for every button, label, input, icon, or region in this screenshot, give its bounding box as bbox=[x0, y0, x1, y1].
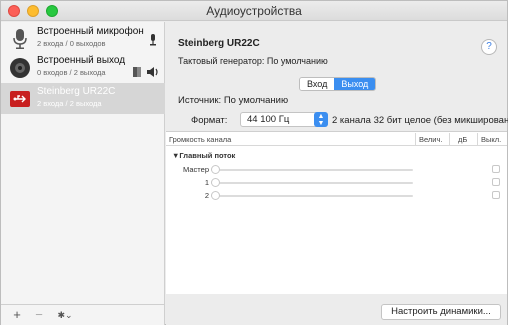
channel-label: 1 bbox=[204, 178, 209, 187]
column-divider bbox=[415, 133, 416, 145]
channel-label: Мастер bbox=[183, 165, 209, 174]
format-description: 2 канала 32 бит целое (без микширования) bbox=[332, 115, 508, 126]
volume-slider-track[interactable] bbox=[211, 195, 413, 197]
device-list-toolbar: + − ✱⌄ bbox=[1, 304, 165, 325]
window-title: Аудиоустройства bbox=[206, 4, 302, 18]
table-row: 2 bbox=[166, 189, 507, 201]
format-label: Формат: bbox=[191, 115, 228, 126]
volume-slider-track[interactable] bbox=[211, 182, 413, 184]
add-device-button[interactable]: + bbox=[9, 307, 25, 323]
device-settings-panel: Steinberg UR22C Тактовый генератор: По у… bbox=[166, 22, 508, 325]
column-header-value[interactable]: Велич. bbox=[419, 135, 442, 144]
sample-rate-value: 44 100 Гц bbox=[247, 114, 290, 125]
tab-input[interactable]: Вход bbox=[300, 78, 335, 90]
volume-slider-knob[interactable] bbox=[211, 178, 220, 187]
speaker-icon bbox=[10, 58, 30, 78]
column-header-db[interactable]: дБ bbox=[458, 135, 467, 144]
device-item-builtin-mic[interactable]: Встроенный микрофон 2 входа / 0 выходов bbox=[1, 25, 165, 52]
table-row: Мастер bbox=[166, 163, 507, 175]
column-header-channel-volume[interactable]: Громкость канала bbox=[169, 135, 231, 144]
volume-slider-track[interactable] bbox=[211, 169, 413, 171]
chevron-updown-icon: ▲ ▼ bbox=[314, 112, 328, 127]
mute-checkbox[interactable] bbox=[492, 178, 500, 186]
clock-source-label: Тактовый генератор: По умолчанию bbox=[178, 56, 328, 66]
table-header: Громкость канала Велич. дБ Выкл. bbox=[166, 132, 507, 146]
channel-label: 2 bbox=[204, 191, 209, 200]
input-microphone-icon bbox=[150, 34, 156, 46]
device-item-steinberg-ur22c[interactable]: Steinberg UR22C 2 входа / 2 выхода bbox=[1, 83, 165, 114]
configure-speakers-button[interactable]: Настроить динамики... bbox=[381, 304, 501, 320]
device-channels: 2 входа / 2 выхода bbox=[37, 99, 102, 108]
input-output-segmented-control: Вход Выход bbox=[299, 77, 377, 91]
device-channels: 2 входа / 0 выходов bbox=[37, 39, 106, 48]
remove-device-button[interactable]: − bbox=[31, 307, 47, 323]
device-title: Steinberg UR22C bbox=[178, 38, 260, 49]
gear-menu-button[interactable]: ✱⌄ bbox=[53, 307, 77, 323]
device-item-builtin-output[interactable]: Встроенный выход 0 входов / 2 выхода bbox=[1, 54, 165, 81]
usb-device-icon bbox=[10, 91, 30, 107]
device-channels: 0 входов / 2 выхода bbox=[37, 68, 106, 77]
device-name: Встроенный выход bbox=[37, 55, 126, 66]
column-divider bbox=[477, 133, 478, 145]
device-name: Встроенный микрофон bbox=[37, 26, 144, 37]
tab-output[interactable]: Выход bbox=[334, 78, 376, 90]
table-row: 1 bbox=[166, 176, 507, 188]
microphone-icon bbox=[13, 29, 27, 49]
volume-slider-knob[interactable] bbox=[211, 165, 220, 174]
column-header-mute[interactable]: Выкл. bbox=[481, 135, 501, 144]
volume-slider-knob[interactable] bbox=[211, 191, 220, 200]
audio-devices-window: Аудиоустройства Встроенный микрофон 2 вх… bbox=[0, 0, 508, 325]
source-label: Источник: По умолчанию bbox=[178, 95, 289, 106]
device-name: Steinberg UR22C bbox=[37, 86, 116, 97]
main-stream-group[interactable]: ▼Главный поток bbox=[172, 151, 235, 160]
title-bar: Аудиоустройства bbox=[1, 1, 507, 21]
device-list: Встроенный микрофон 2 входа / 0 выходов … bbox=[1, 22, 165, 304]
sample-rate-select[interactable]: 44 100 Гц ▲ ▼ bbox=[240, 112, 328, 127]
channel-volume-table: Громкость канала Велич. дБ Выкл. ▼Главны… bbox=[166, 131, 507, 294]
volume-icon bbox=[147, 67, 158, 77]
default-output-icon bbox=[133, 67, 141, 77]
mute-checkbox[interactable] bbox=[492, 191, 500, 199]
mute-checkbox[interactable] bbox=[492, 165, 500, 173]
help-button[interactable]: ? bbox=[481, 39, 497, 55]
column-divider bbox=[449, 133, 450, 145]
